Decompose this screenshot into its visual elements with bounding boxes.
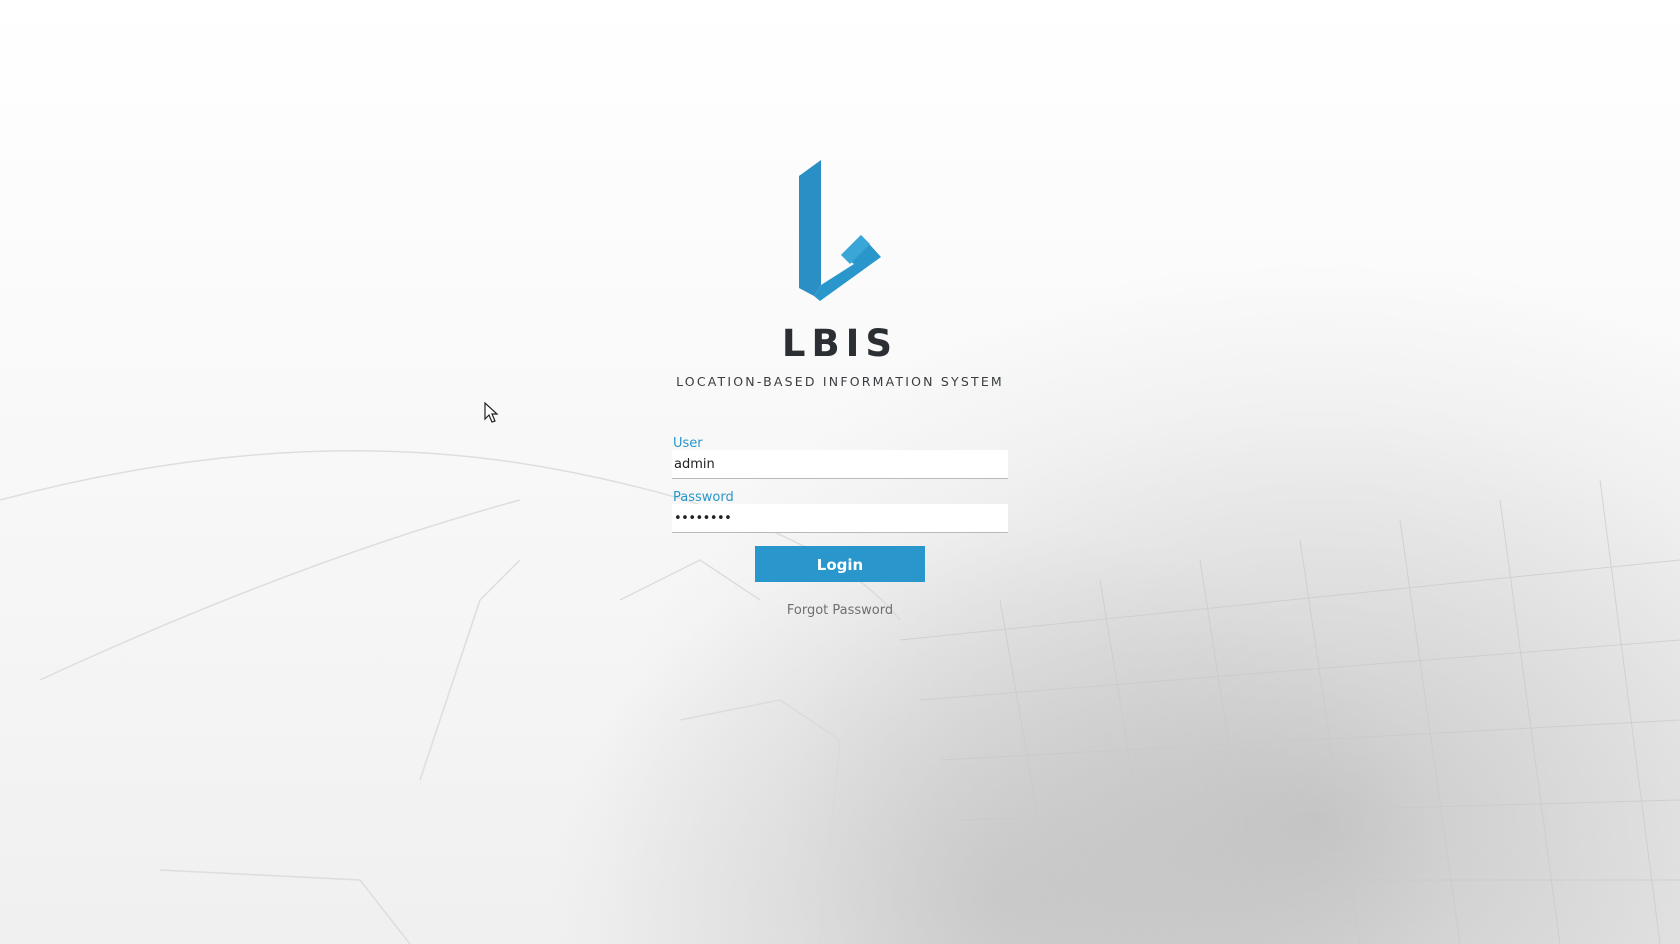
brand-tagline: LOCATION-BASED INFORMATION SYSTEM [676, 374, 1004, 389]
forgot-password-link[interactable]: Forgot Password [740, 603, 940, 618]
mouse-cursor-icon [484, 401, 500, 424]
password-input[interactable]: •••••••• [672, 504, 1008, 533]
login-button[interactable]: Login [755, 546, 925, 582]
password-label: Password [673, 490, 734, 505]
user-label: User [673, 436, 703, 451]
user-input[interactable]: admin [672, 450, 1008, 479]
lbis-logo-icon [780, 160, 900, 320]
brand-name: LBIS [781, 322, 899, 365]
